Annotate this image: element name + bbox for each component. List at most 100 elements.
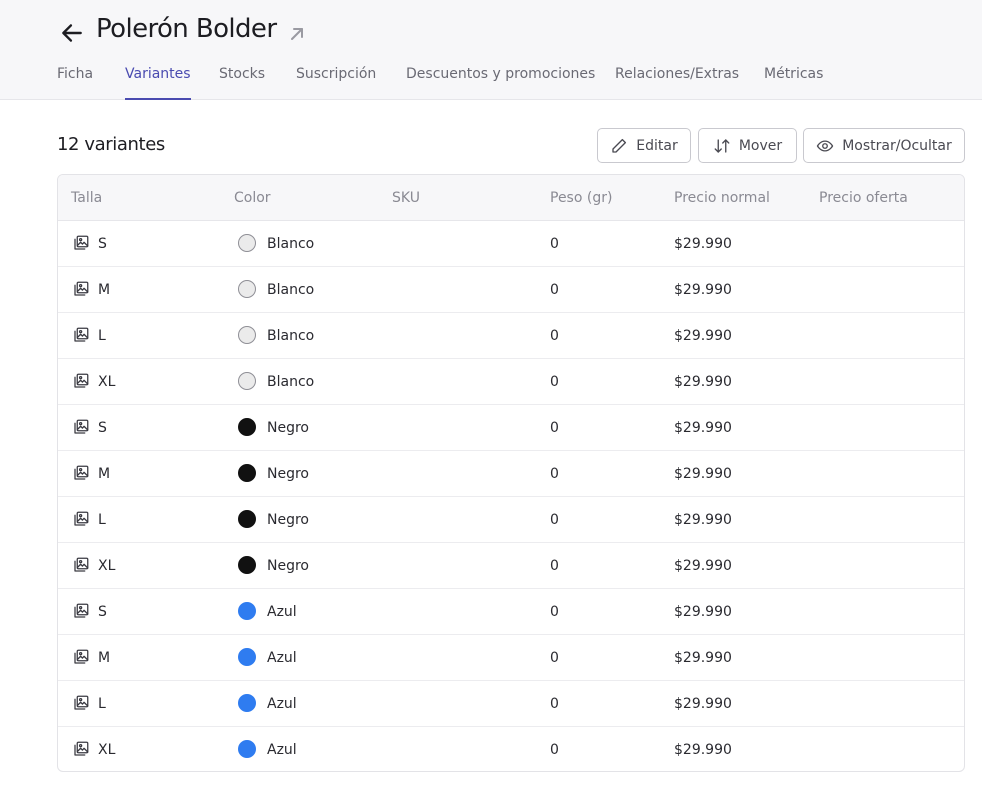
cell-color: Negro xyxy=(267,466,309,482)
cell-color: Blanco xyxy=(267,328,315,344)
image-icon[interactable] xyxy=(72,326,90,344)
cell-peso: 0 xyxy=(550,236,559,252)
image-icon[interactable] xyxy=(72,234,90,252)
color-swatch xyxy=(238,326,256,344)
image-icon[interactable] xyxy=(72,740,90,758)
table-row[interactable]: S Negro 0 $29.990 xyxy=(58,405,964,451)
cell-peso: 0 xyxy=(550,696,559,712)
cell-color: Negro xyxy=(267,558,309,574)
cell-precio-normal: $29.990 xyxy=(674,558,732,574)
header-color[interactable]: Color xyxy=(234,190,271,206)
cell-peso: 0 xyxy=(550,420,559,436)
color-swatch xyxy=(238,694,256,712)
cell-talla: L xyxy=(98,696,106,712)
move-button[interactable]: Mover xyxy=(698,128,797,163)
header-talla[interactable]: Talla xyxy=(71,190,102,206)
page-title: Polerón Bolder xyxy=(96,14,277,44)
cell-talla: M xyxy=(98,466,111,482)
cell-talla: L xyxy=(98,512,106,528)
cell-talla: S xyxy=(98,420,107,436)
cell-precio-normal: $29.990 xyxy=(674,466,732,482)
cell-precio-normal: $29.990 xyxy=(674,236,732,252)
image-icon[interactable] xyxy=(72,602,90,620)
table-row[interactable]: M Azul 0 $29.990 xyxy=(58,635,964,681)
edit-button[interactable]: Editar xyxy=(597,128,691,163)
cell-peso: 0 xyxy=(550,558,559,574)
move-button-label: Mover xyxy=(738,137,783,154)
tab-variantes[interactable]: Variantes xyxy=(125,66,191,100)
cell-talla: M xyxy=(98,282,111,298)
table-row[interactable]: S Blanco 0 $29.990 xyxy=(58,221,964,267)
cell-talla: S xyxy=(98,604,107,620)
cell-precio-normal: $29.990 xyxy=(674,374,732,390)
tab-suscripcion[interactable]: Suscripción xyxy=(296,66,376,100)
table-row[interactable]: M Blanco 0 $29.990 xyxy=(58,267,964,313)
cell-peso: 0 xyxy=(550,466,559,482)
color-swatch xyxy=(238,464,256,482)
table-row[interactable]: L Blanco 0 $29.990 xyxy=(58,313,964,359)
cell-precio-normal: $29.990 xyxy=(674,650,732,666)
cell-peso: 0 xyxy=(550,374,559,390)
page-header: Polerón Bolder Ficha Variantes Stocks Su… xyxy=(0,0,982,100)
image-icon[interactable] xyxy=(72,280,90,298)
table-row[interactable]: XL Azul 0 $29.990 xyxy=(58,727,964,771)
cell-color: Blanco xyxy=(267,374,315,390)
show-hide-button[interactable]: Mostrar/Ocultar xyxy=(803,128,965,163)
tab-metricas[interactable]: Métricas xyxy=(764,66,823,100)
tab-stocks[interactable]: Stocks xyxy=(219,66,265,100)
cell-peso: 0 xyxy=(550,328,559,344)
cell-precio-normal: $29.990 xyxy=(674,282,732,298)
cell-color: Azul xyxy=(267,742,297,758)
sort-arrows-icon xyxy=(714,138,730,153)
eye-icon xyxy=(817,139,834,152)
cell-precio-normal: $29.990 xyxy=(674,696,732,712)
image-icon[interactable] xyxy=(72,418,90,436)
cell-precio-normal: $29.990 xyxy=(674,742,732,758)
cell-color: Azul xyxy=(267,650,297,666)
cell-precio-normal: $29.990 xyxy=(674,420,732,436)
cell-color: Blanco xyxy=(267,282,315,298)
cell-talla: XL xyxy=(98,742,116,758)
variants-table: Talla Color SKU Peso (gr) Precio normal … xyxy=(57,174,965,772)
cell-peso: 0 xyxy=(550,742,559,758)
cell-talla: M xyxy=(98,650,111,666)
cell-color: Negro xyxy=(267,420,309,436)
image-icon[interactable] xyxy=(72,464,90,482)
color-swatch xyxy=(238,418,256,436)
color-swatch xyxy=(238,372,256,390)
tab-ficha[interactable]: Ficha xyxy=(57,66,93,100)
table-row[interactable]: S Azul 0 $29.990 xyxy=(58,589,964,635)
header-precio-oferta[interactable]: Precio oferta xyxy=(819,190,908,206)
tab-relaciones[interactable]: Relaciones/Extras xyxy=(615,66,739,100)
color-swatch xyxy=(238,234,256,252)
cell-talla: XL xyxy=(98,558,116,574)
cell-talla: S xyxy=(98,236,107,252)
header-precio-normal[interactable]: Precio normal xyxy=(674,190,770,206)
table-header: Talla Color SKU Peso (gr) Precio normal … xyxy=(58,175,964,221)
color-swatch xyxy=(238,510,256,528)
color-swatch xyxy=(238,280,256,298)
tab-descuentos[interactable]: Descuentos y promociones xyxy=(406,66,595,100)
color-swatch xyxy=(238,602,256,620)
table-row[interactable]: L Negro 0 $29.990 xyxy=(58,497,964,543)
external-link-icon[interactable] xyxy=(287,24,307,44)
cell-talla: XL xyxy=(98,374,116,390)
image-icon[interactable] xyxy=(72,694,90,712)
image-icon[interactable] xyxy=(72,372,90,390)
edit-button-label: Editar xyxy=(636,137,678,154)
image-icon[interactable] xyxy=(72,510,90,528)
cell-color: Negro xyxy=(267,512,309,528)
header-sku[interactable]: SKU xyxy=(392,190,420,206)
image-icon[interactable] xyxy=(72,556,90,574)
cell-precio-normal: $29.990 xyxy=(674,328,732,344)
table-row[interactable]: L Azul 0 $29.990 xyxy=(58,681,964,727)
cell-precio-normal: $29.990 xyxy=(674,512,732,528)
image-icon[interactable] xyxy=(72,648,90,666)
header-peso[interactable]: Peso (gr) xyxy=(550,190,612,206)
variant-count: 12 variantes xyxy=(57,134,165,155)
cell-color: Azul xyxy=(267,696,297,712)
table-row[interactable]: M Negro 0 $29.990 xyxy=(58,451,964,497)
table-row[interactable]: XL Negro 0 $29.990 xyxy=(58,543,964,589)
table-row[interactable]: XL Blanco 0 $29.990 xyxy=(58,359,964,405)
back-arrow-icon[interactable] xyxy=(59,20,85,46)
